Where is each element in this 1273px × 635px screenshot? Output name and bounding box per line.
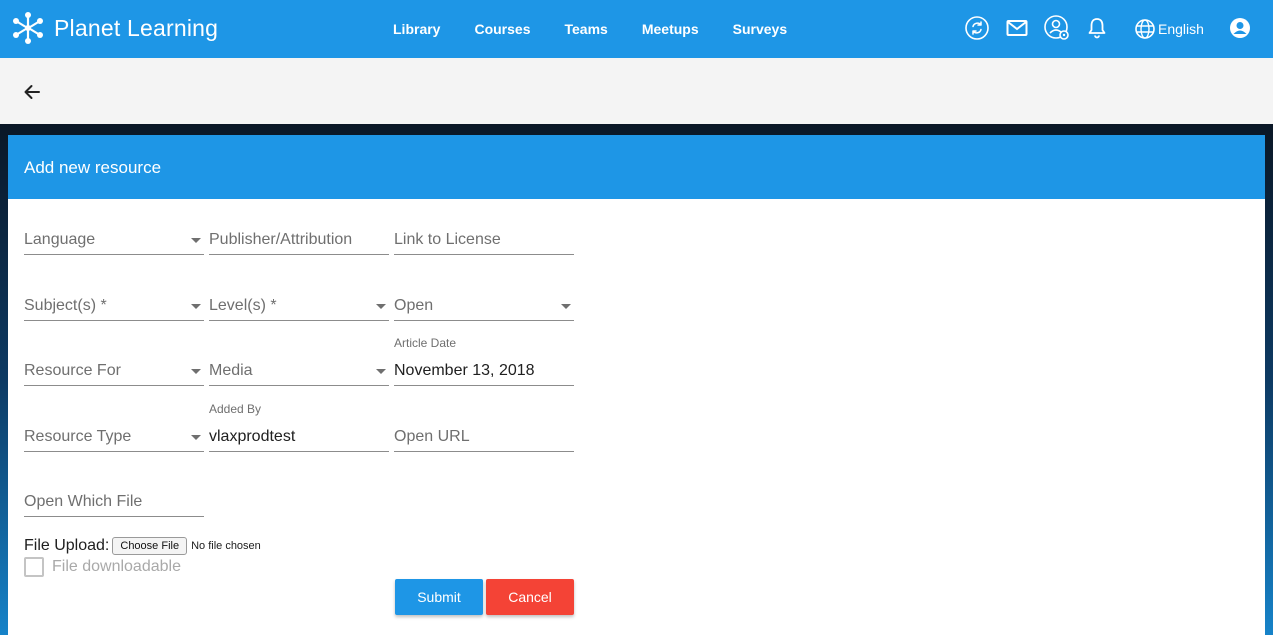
open-url-input[interactable]: Open URL bbox=[394, 424, 574, 452]
article-date-value: November 13, 2018 bbox=[394, 362, 535, 379]
language-placeholder: Language bbox=[24, 231, 96, 248]
downloadable-row: File downloadable bbox=[24, 557, 181, 577]
dropdown-arrow-icon bbox=[376, 369, 386, 374]
nav-courses[interactable]: Courses bbox=[457, 21, 547, 37]
brand[interactable]: Planet Learning bbox=[10, 10, 218, 46]
dropdown-arrow-icon bbox=[376, 304, 386, 309]
file-status: No file chosen bbox=[191, 540, 261, 552]
dropdown-arrow-icon bbox=[561, 304, 571, 309]
article-date-label: Article Date bbox=[394, 336, 457, 350]
nav-surveys[interactable]: Surveys bbox=[716, 21, 804, 37]
open-select[interactable]: Open bbox=[394, 293, 574, 321]
license-placeholder: Link to License bbox=[394, 231, 501, 248]
submit-button[interactable]: Submit bbox=[395, 579, 483, 615]
media-placeholder: Media bbox=[209, 362, 253, 379]
open-which-file-placeholder: Open Which File bbox=[24, 493, 143, 510]
page-toolbar bbox=[0, 58, 1273, 124]
added-by-input[interactable]: Added By vlaxprodtest bbox=[209, 402, 389, 452]
language-selector[interactable]: English bbox=[1134, 16, 1204, 42]
subjects-select[interactable]: Subject(s) * bbox=[24, 293, 204, 321]
downloadable-label: File downloadable bbox=[52, 558, 181, 575]
file-upload-row: File Upload: Choose File No file chosen bbox=[24, 537, 261, 555]
added-by-label: Added By bbox=[209, 402, 262, 416]
sync-icon[interactable] bbox=[963, 14, 991, 42]
added-by-value: vlaxprodtest bbox=[209, 428, 296, 445]
open-which-file-input[interactable]: Open Which File bbox=[24, 489, 204, 517]
dropdown-arrow-icon bbox=[191, 238, 201, 243]
levels-placeholder: Level(s) * bbox=[209, 297, 277, 314]
arrow-back-icon[interactable] bbox=[18, 78, 46, 106]
form-title: Add new resource bbox=[24, 158, 162, 177]
levels-select[interactable]: Level(s) * bbox=[209, 293, 389, 321]
nav-meetups[interactable]: Meetups bbox=[625, 21, 716, 37]
language-select[interactable]: Language bbox=[24, 227, 204, 255]
resource-for-select[interactable]: Resource For bbox=[24, 358, 204, 386]
dropdown-arrow-icon bbox=[191, 369, 201, 374]
open-url-placeholder: Open URL bbox=[394, 428, 470, 445]
globe-icon bbox=[1135, 19, 1155, 39]
planet-logo-icon bbox=[13, 12, 43, 44]
user-settings-icon[interactable] bbox=[1043, 14, 1071, 42]
cancel-button[interactable]: Cancel bbox=[486, 579, 574, 615]
media-select[interactable]: Media bbox=[209, 358, 389, 386]
resource-type-select[interactable]: Resource Type bbox=[24, 424, 204, 452]
bell-icon[interactable] bbox=[1083, 14, 1111, 42]
downloadable-checkbox[interactable] bbox=[24, 557, 44, 577]
account-circle-icon[interactable] bbox=[1226, 14, 1254, 42]
license-link-input[interactable]: Link to License bbox=[394, 227, 574, 255]
choose-file-button[interactable]: Choose File bbox=[112, 537, 188, 555]
subjects-placeholder: Subject(s) * bbox=[24, 297, 107, 314]
app-name: Planet Learning bbox=[54, 14, 219, 41]
nav-library[interactable]: Library bbox=[376, 21, 457, 37]
main-nav: Library Courses Teams Meetups Surveys bbox=[376, 0, 804, 58]
open-value: Open bbox=[394, 297, 434, 314]
top-navbar: Planet Learning Library Courses Teams Me… bbox=[0, 0, 1273, 58]
dropdown-arrow-icon bbox=[191, 304, 201, 309]
resource-for-placeholder: Resource For bbox=[24, 362, 121, 379]
resource-type-placeholder: Resource Type bbox=[24, 428, 132, 445]
publisher-input[interactable]: Publisher/Attribution bbox=[209, 227, 389, 255]
nav-teams[interactable]: Teams bbox=[548, 21, 625, 37]
article-date-input[interactable]: Article Date November 13, 2018 bbox=[394, 336, 574, 386]
mail-icon[interactable] bbox=[1003, 14, 1031, 42]
language-label: English bbox=[1158, 21, 1204, 37]
add-resource-card: Add new resource Language Publisher/Attr… bbox=[8, 135, 1265, 635]
file-upload-label: File Upload: bbox=[24, 537, 110, 554]
card-header: Add new resource bbox=[8, 135, 1265, 199]
publisher-placeholder: Publisher/Attribution bbox=[209, 231, 353, 248]
dropdown-arrow-icon bbox=[191, 435, 201, 440]
